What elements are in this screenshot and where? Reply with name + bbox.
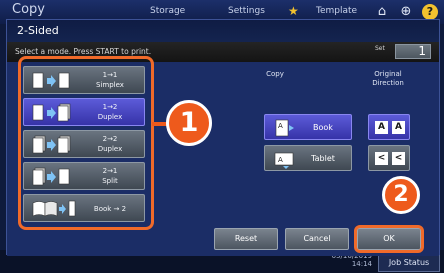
copy-book-button[interactable]: A Book (264, 114, 352, 140)
callout-2-badge: 2 (382, 176, 420, 214)
mode-label-line1: 2→2 (102, 135, 118, 143)
split-icon (32, 167, 70, 186)
callout-1-badge: 1 (166, 100, 212, 146)
mode-label-line1: Book → 2 (93, 205, 127, 213)
direction-glyph-b1: < (375, 152, 388, 165)
job-status-button[interactable]: Job Status (378, 254, 440, 272)
tab-storage[interactable]: Storage (150, 6, 185, 16)
copy-tablet-button[interactable]: A Tablet (264, 145, 352, 171)
original-direction-label: Original Direction (372, 70, 404, 87)
copy-book-label: Book (313, 123, 333, 132)
mode-label-line2: Duplex (97, 145, 123, 153)
mode-duplex-1-2-button[interactable]: 1→2 Duplex (23, 98, 145, 126)
copy-label: Copy (266, 70, 284, 78)
direction-landscape-button[interactable]: < < (368, 145, 410, 171)
book-copy-icon: A (275, 119, 294, 137)
status-time: 14:14 (351, 260, 372, 268)
duplex-2-2-icon (32, 135, 71, 154)
help-icon[interactable]: ? (422, 4, 438, 20)
dialog-title: 2-Sided (7, 20, 439, 42)
mode-label-line2: Split (102, 177, 118, 185)
mode-label-line1: 1→2 (102, 103, 118, 111)
direction-glyph-a2: A (392, 121, 405, 134)
copy-tablet-label: Tablet (311, 154, 335, 163)
set-count-field[interactable]: 1 (395, 44, 431, 59)
direction-portrait-button[interactable]: A A (368, 114, 410, 140)
mode-split-2-1-button[interactable]: 2→1 Split (23, 162, 145, 190)
mode-book-2-button[interactable]: Book → 2 (23, 194, 145, 222)
ok-highlight-ring (354, 225, 424, 253)
tab-settings[interactable]: Settings (228, 6, 265, 16)
star-icon[interactable]: ★ (288, 4, 299, 18)
book-icon (32, 200, 76, 217)
duplex-1-2-icon (32, 103, 71, 122)
set-label: Set (375, 45, 385, 52)
mode-label-line1: 1→1 (102, 71, 118, 79)
direction-glyph-a1: A (375, 121, 388, 134)
tablet-copy-icon: A (274, 152, 294, 169)
mode-label-line2: Simplex (96, 81, 124, 89)
instruction-text: Select a mode. Press START to print. (15, 47, 152, 56)
reset-button[interactable]: Reset (214, 228, 278, 250)
globe-icon[interactable]: ⊕ (398, 4, 414, 20)
mode-duplex-2-2-button[interactable]: 2→2 Duplex (23, 130, 145, 158)
screen: Copy Storage Settings ★ Template ⌂ ⊕ ? 0… (0, 0, 444, 273)
cancel-button[interactable]: Cancel (285, 228, 349, 250)
simplex-icon (32, 72, 70, 89)
svg-text:A: A (278, 156, 283, 164)
mode-simplex-1-1-button[interactable]: 1→1 Simplex (23, 66, 145, 94)
home-icon[interactable]: ⌂ (374, 4, 390, 20)
app-title: Copy (12, 2, 45, 17)
tab-template[interactable]: Template (316, 6, 357, 16)
mode-label-line2: Duplex (97, 113, 123, 121)
svg-text:A: A (278, 122, 283, 130)
direction-glyph-b2: < (392, 152, 405, 165)
mode-label-line1: 2→1 (102, 167, 118, 175)
